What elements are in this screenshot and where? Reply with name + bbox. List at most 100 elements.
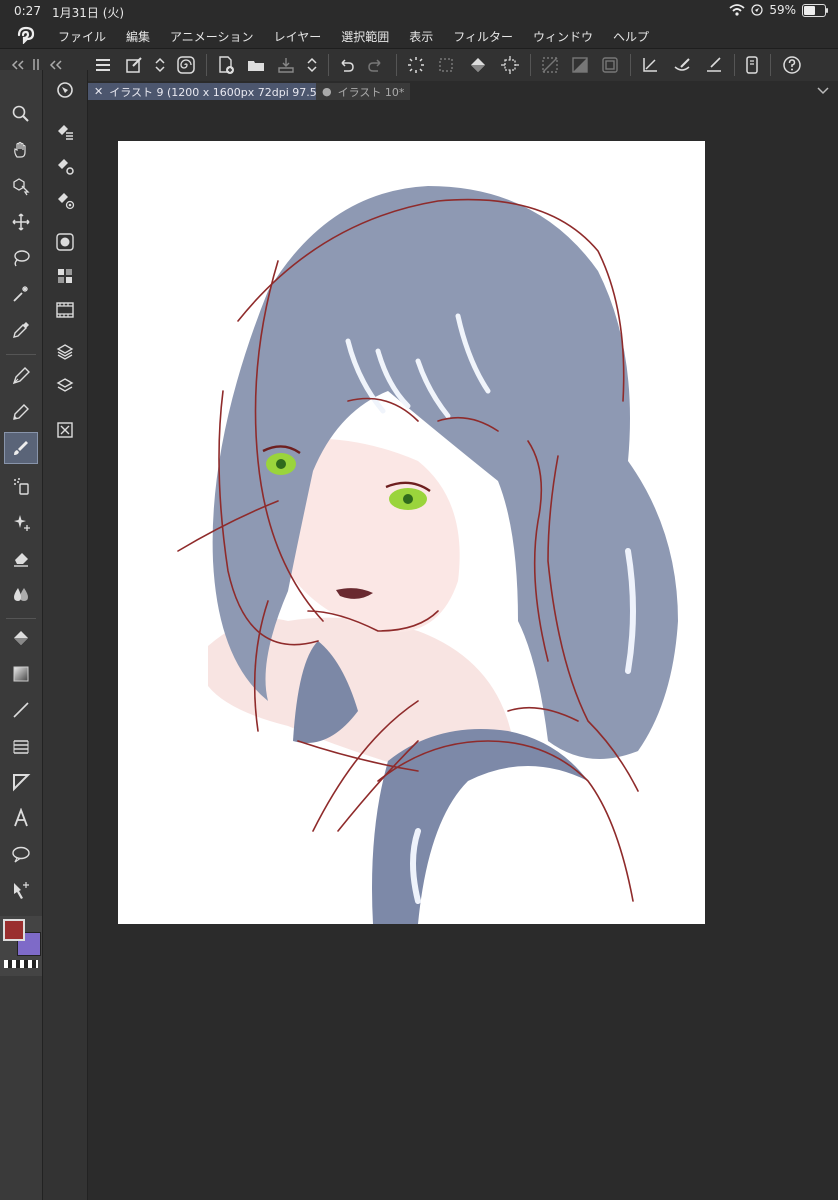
ruler-icon[interactable] [638,53,662,77]
status-time: 0:27 [14,4,41,18]
subtool-settings-icon[interactable] [53,154,77,178]
loading-icon[interactable] [404,53,428,77]
transparent-swatch[interactable] [4,960,38,968]
frame-icon[interactable] [9,734,33,758]
drawing-canvas[interactable] [118,141,705,924]
move-icon[interactable] [9,210,33,234]
text-icon[interactable] [9,806,33,830]
spiral-icon[interactable] [174,53,198,77]
tab-label-active: イラスト 9 (1200 x 1600px 72dpi 97.5%) [109,85,332,99]
subtool-detail-icon[interactable] [53,188,77,212]
toolbar-divider [328,54,329,76]
balloon-icon[interactable] [9,842,33,866]
battery-percent: 59% [769,3,796,17]
layer-icon[interactable] [53,374,77,398]
toolbar-divider [630,54,631,76]
hair-lower-lock [372,729,588,924]
command-bar [0,48,838,82]
location-icon [751,4,763,16]
help-icon[interactable] [780,53,804,77]
menu-icon[interactable] [91,53,115,77]
timeline-icon[interactable] [53,298,77,322]
subtool-brush-icon[interactable] [53,120,77,144]
color-set-icon[interactable] [53,264,77,288]
fill-icon[interactable] [466,53,490,77]
device-icon[interactable] [740,53,764,77]
menu-layer[interactable]: レイヤー [274,28,322,45]
wifi-icon [729,4,745,16]
menu-window[interactable]: ウィンドウ [533,28,593,45]
toolbar-divider [770,54,771,76]
ruler-tool-icon[interactable] [9,770,33,794]
unsaved-dot-icon: ● [322,85,332,98]
open-folder-icon[interactable] [244,53,268,77]
menu-items: ファイル 編集 アニメーション レイヤー 選択範囲 表示 フィルター ウィンドウ… [58,28,669,45]
eyedropper-icon[interactable] [9,318,33,342]
sub-tool-palette [43,70,88,1200]
document-tabs: ✕ イラスト 9 (1200 x 1600px 72dpi 97.5%) ● イ… [88,81,838,101]
close-panel-icon[interactable] [53,418,77,442]
undo-icon[interactable] [334,53,358,77]
tool-palette [0,70,43,1200]
menu-help[interactable]: ヘルプ [613,28,649,45]
battery-icon [802,3,828,17]
selection-icon[interactable] [434,53,458,77]
menu-view[interactable]: 表示 [409,28,433,45]
zoom-icon[interactable] [9,102,33,126]
navigator-icon[interactable] [53,78,77,102]
illustration [177,186,678,924]
toolbar-divider [530,54,531,76]
tool-divider [6,354,36,355]
pencil-icon[interactable] [9,400,33,424]
toolbar-divider [734,54,735,76]
brush-icon[interactable] [670,53,694,77]
new-file-icon[interactable] [214,53,238,77]
toolbar-divider [206,54,207,76]
edit-icon[interactable] [122,53,146,77]
updown-icon-2[interactable] [300,53,324,77]
line-icon[interactable] [702,53,726,77]
invert-icon[interactable] [568,53,592,77]
border-icon[interactable] [598,53,622,77]
magic-wand-icon[interactable] [9,282,33,306]
main-color-swatch[interactable] [3,919,25,941]
gradient-icon[interactable] [9,662,33,686]
menu-selection[interactable]: 選択範囲 [341,28,389,45]
color-area [0,916,42,976]
menu-bar: ファイル 編集 アニメーション レイヤー 選択範囲 表示 フィルター ウィンドウ… [0,22,838,48]
close-icon[interactable]: ✕ [94,85,103,98]
layer-property-icon[interactable] [53,340,77,364]
decoration-icon[interactable] [9,510,33,534]
tab-illust-9[interactable]: ✕ イラスト 9 (1200 x 1600px 72dpi 97.5%) [88,83,338,100]
status-right: 59% [729,3,828,17]
toolbar-divider [396,54,397,76]
tool-divider [6,618,36,619]
redo-icon[interactable] [364,53,388,77]
pen-icon[interactable] [9,364,33,388]
app-logo-icon[interactable] [16,26,36,44]
blend-icon[interactable] [9,582,33,606]
menu-edit[interactable]: 編集 [126,28,150,45]
menu-file[interactable]: ファイル [58,28,106,45]
transform-icon[interactable] [498,53,522,77]
lasso-icon[interactable] [9,246,33,270]
brush-icon[interactable] [4,432,38,464]
save-icon[interactable] [274,53,298,77]
chevron-down-icon[interactable] [816,85,830,97]
color-wheel-icon[interactable] [53,230,77,254]
eraser-icon[interactable] [9,546,33,570]
deselect-icon[interactable] [538,53,562,77]
tab-illust-10[interactable]: ● イラスト 10* [316,83,411,100]
tab-label-inactive: イラスト 10* [337,85,405,99]
correct-line-icon[interactable] [9,878,33,902]
status-date: 1月31日 (火) [52,6,125,20]
status-bar: 0:27 1月31日 (火) 59% [0,0,838,22]
updown-icon[interactable] [148,53,172,77]
object-icon[interactable] [9,174,33,198]
menu-animation[interactable]: アニメーション [170,28,254,45]
menu-filter[interactable]: フィルター [453,28,513,45]
fill-bucket-icon[interactable] [9,626,33,650]
hand-icon[interactable] [9,138,33,162]
airbrush-icon[interactable] [9,474,33,498]
line-figure-icon[interactable] [9,698,33,722]
